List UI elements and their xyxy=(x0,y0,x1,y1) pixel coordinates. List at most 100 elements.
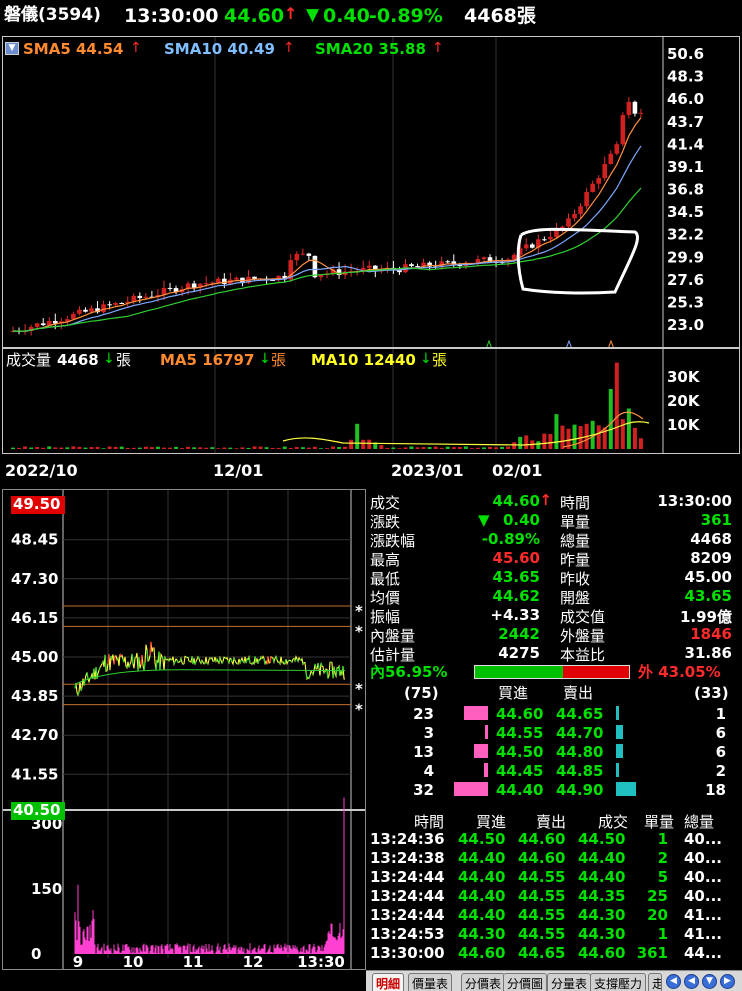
sma5-line xyxy=(12,117,642,332)
tick-price: 44.30 xyxy=(578,925,626,943)
tick-row[interactable]: 13:24:44 44.40 44.55 44.40 5 40... xyxy=(366,866,742,886)
price-segment xyxy=(125,665,128,669)
menu-dropdown-icon[interactable]: ▼ xyxy=(5,42,19,55)
volume-bar xyxy=(288,447,293,449)
tick-row[interactable]: 13:24:36 44.50 44.60 44.50 1 40... xyxy=(366,828,742,848)
candle-body xyxy=(143,296,149,298)
bid-size-bar xyxy=(484,725,488,739)
tick-ask: 44.55 xyxy=(518,925,566,943)
price-segment xyxy=(320,662,323,667)
quote-row: 外盤量 1846 xyxy=(560,624,736,645)
tab-price-table[interactable]: 分價表 xyxy=(461,973,506,991)
quote-row: 本益比 31.86 xyxy=(560,643,736,664)
price-segment xyxy=(203,662,206,665)
price-segment xyxy=(134,656,137,659)
tab-support-resistance[interactable]: 支撐壓力 xyxy=(590,973,647,991)
bid-size: 4 xyxy=(423,762,434,780)
quote-row: 漲跌幅 -0.89% xyxy=(370,529,548,550)
candle-body xyxy=(34,323,40,327)
quote-value: 2442 xyxy=(498,625,540,643)
ask-price: 44.80 xyxy=(556,743,604,761)
price-segment xyxy=(206,662,209,665)
volume-bar xyxy=(494,447,499,449)
volume-bar xyxy=(596,425,601,449)
volume-bar xyxy=(47,446,52,449)
volume-bar xyxy=(222,447,227,449)
tick-row[interactable]: 13:24:53 44.30 44.55 44.30 1 41... xyxy=(366,923,742,943)
price-segment xyxy=(131,653,134,664)
quote-value: 44.62 xyxy=(492,587,540,605)
volume-bar xyxy=(632,427,637,449)
up-arrow-icon: ↑ xyxy=(539,491,552,509)
quote-row: 成交值 1.99億 xyxy=(560,605,736,626)
y-tick-label: 46.0 xyxy=(667,90,704,108)
candle-body xyxy=(638,112,644,114)
high-limit-price: 49.50 xyxy=(11,496,65,514)
tab-price-volume[interactable]: 價量表 xyxy=(408,973,453,991)
down-triangle-icon: ▼ xyxy=(478,511,490,529)
tick-row[interactable]: 13:24:44 44.40 44.55 44.35 25 40... xyxy=(366,885,742,905)
tick-row[interactable]: 13:24:38 44.40 44.60 44.40 2 40... xyxy=(366,847,742,867)
price-segment xyxy=(332,666,335,679)
volume-bar xyxy=(216,448,221,449)
volume-bar xyxy=(379,445,384,449)
header-volume: 4468張 xyxy=(464,5,536,27)
volume-bar xyxy=(638,438,643,449)
volume-bar xyxy=(210,447,215,449)
ask-price: 44.70 xyxy=(556,724,604,742)
volume-bar xyxy=(180,448,185,449)
tick-row[interactable]: 13:24:44 44.40 44.55 44.30 20 41... xyxy=(366,904,742,924)
kline-panel: 50.6 48.3 46.0 43.7 41.4 39.1 36.8 34.5 32.2 29.9… xyxy=(2,36,740,348)
nav-prev-icon[interactable]: ◀ xyxy=(684,974,699,989)
volume-bar xyxy=(125,447,130,449)
time-tick-label: 13:30 xyxy=(297,953,345,969)
date-axis: 2022/10 12/01 2023/01 02/01 xyxy=(0,455,742,485)
price-segment xyxy=(269,656,272,663)
quote-row: 昨收 45.00 xyxy=(560,567,736,588)
quote-row: 總量 4468 xyxy=(560,529,736,550)
time-tick-label: 9 xyxy=(73,953,83,969)
volume-bar xyxy=(270,447,275,449)
tab-volume-table[interactable]: 分量表 xyxy=(547,973,592,991)
kline-chart: 50.6 48.3 46.0 43.7 41.4 39.1 36.8 34.5 32.2 29.9… xyxy=(10,37,704,347)
price-segment xyxy=(119,653,122,657)
nav-down-icon[interactable]: ▼ xyxy=(702,974,717,989)
ask-size: 6 xyxy=(715,724,726,742)
tick-ask: 44.60 xyxy=(518,830,566,848)
volume-bar xyxy=(415,447,420,449)
volume-bar xyxy=(560,425,565,449)
quote-label: 估計量 xyxy=(370,646,416,664)
volume-unit: 張 xyxy=(116,351,132,369)
book-buy-total: (75) xyxy=(404,684,439,702)
book-row: 13 44.50 44.80 6 xyxy=(366,741,742,761)
candle-body xyxy=(566,218,571,227)
nav-first-icon[interactable]: ◀ xyxy=(666,974,681,989)
quote-row: 成交 44.60 ↑ xyxy=(370,491,552,512)
tab-more[interactable]: 走 xyxy=(648,973,662,991)
nav-next-icon[interactable]: ▶ xyxy=(720,974,735,989)
ask-size-bar xyxy=(616,744,623,758)
tick-row[interactable]: 13:30:00 44.60 44.65 44.60 361 44... xyxy=(366,942,742,962)
vol-ma10-unit: 張 xyxy=(432,351,448,369)
price-segment xyxy=(149,641,152,656)
quote-value: 361 xyxy=(700,511,732,529)
candle-body xyxy=(215,278,221,283)
y-tick-label: 23.0 xyxy=(667,316,704,334)
volume-bar xyxy=(192,447,197,449)
bid-price: 44.60 xyxy=(496,705,544,723)
price-segment xyxy=(278,661,281,665)
candle-body xyxy=(137,295,143,298)
book-sell-total: (33) xyxy=(694,684,729,702)
price-segment xyxy=(311,672,314,675)
ref-marker: * xyxy=(355,701,363,719)
volume-bar xyxy=(524,435,529,449)
price-segment xyxy=(122,658,125,663)
quote-row: 開盤 43.65 xyxy=(560,586,736,607)
volume-bar xyxy=(457,447,462,449)
tick-size: 2 xyxy=(657,849,668,867)
tab-detail[interactable]: 明細 xyxy=(372,973,405,991)
tick-ask: 44.55 xyxy=(518,868,566,886)
tick-price: 44.40 xyxy=(578,849,626,867)
tick-time: 13:24:36 xyxy=(370,830,445,848)
tab-price-chart[interactable]: 分價圖 xyxy=(503,973,548,991)
